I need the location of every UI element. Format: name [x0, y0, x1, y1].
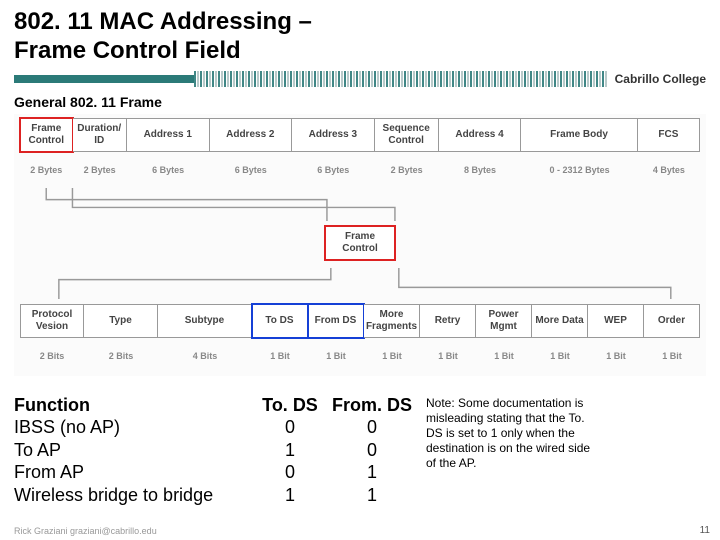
ftab-cell: From AP	[14, 461, 254, 484]
ftab-head: To. DS	[254, 394, 326, 417]
control-field-cell: Power Mgmt	[476, 304, 532, 338]
frame-field-size: 2 Bytes	[20, 152, 72, 186]
control-field-cell: Order	[644, 304, 700, 338]
page-number: 11	[700, 525, 710, 536]
frame-field-size: 6 Bytes	[209, 152, 292, 186]
control-field-size: 1 Bit	[588, 338, 644, 372]
control-field-size: 1 Bit	[532, 338, 588, 372]
frame-field-cell: Address 3	[292, 118, 375, 152]
ftab-cell: 1	[254, 439, 326, 462]
control-field-size: 4 Bits	[158, 338, 252, 372]
control-field-cell: Type	[84, 304, 158, 338]
ftab-cell: Wireless bridge to bridge	[14, 484, 254, 507]
frame-field-size: 8 Bytes	[439, 152, 522, 186]
footer-credit: Rick Graziani graziani@cabrillo.edu	[14, 526, 157, 536]
control-field-size: 2 Bits	[84, 338, 158, 372]
control-field-cell: More Fragments	[364, 304, 420, 338]
lower-content: FunctionTo. DSFrom. DSIBSS (no AP)00To A…	[14, 394, 706, 507]
title-rule: Cabrillo College	[14, 70, 706, 88]
control-field-size: 2 Bits	[20, 338, 84, 372]
table-row: IBSS (no AP)00	[14, 416, 418, 439]
table-row: From AP01	[14, 461, 418, 484]
frame-field-cell: FCS	[638, 118, 700, 152]
control-field-size: 1 Bit	[252, 338, 308, 372]
ftab-head: Function	[14, 394, 254, 417]
frame-field-cell: Address 2	[210, 118, 293, 152]
frame-field-cell: Frame Control	[20, 118, 73, 152]
frame-field-size: 2 Bytes	[375, 152, 439, 186]
frame-field-size: 4 Bytes	[638, 152, 700, 186]
ftab-cell: 1	[326, 461, 418, 484]
table-row: To AP10	[14, 439, 418, 462]
ftab-cell: 0	[326, 439, 418, 462]
frame-diagram: Frame ControlDuration/ IDAddress 1Addres…	[14, 114, 706, 376]
frame-field-cell: Frame Body	[521, 118, 637, 152]
control-field-cell: To DS	[252, 304, 308, 338]
frame-field-size: 6 Bytes	[292, 152, 375, 186]
control-field-size: 1 Bit	[308, 338, 364, 372]
frame-field-cell: Duration/ ID	[73, 118, 127, 152]
subheading: General 802. 11 Frame	[14, 94, 706, 110]
title-line-2: Frame Control Field	[14, 37, 241, 64]
frame-sizes-row: 2 Bytes2 Bytes6 Bytes6 Bytes6 Bytes2 Byt…	[20, 152, 700, 186]
frame-field-size: 2 Bytes	[72, 152, 126, 186]
ftab-cell: IBSS (no AP)	[14, 416, 254, 439]
ftab-head: From. DS	[326, 394, 418, 417]
control-field-cell: From DS	[308, 304, 364, 338]
rule-hatch	[194, 71, 607, 87]
frame-control-mid-cell: Frame Control	[325, 226, 395, 260]
control-field-cell: Protocol Vesion	[20, 304, 84, 338]
control-sizes-row: 2 Bits2 Bits4 Bits1 Bit1 Bit1 Bit1 Bit1 …	[20, 338, 700, 372]
control-field-cell: More Data	[532, 304, 588, 338]
frame-field-cell: Sequence Control	[375, 118, 439, 152]
control-field-cell: Subtype	[158, 304, 252, 338]
page-title: 802. 11 MAC Addressing – Frame Control F…	[14, 8, 706, 66]
college-label: Cabrillo College	[607, 72, 706, 86]
frame-control-center: Frame Control	[20, 226, 700, 260]
ftab-cell: 0	[254, 416, 326, 439]
frame-field-cell: Address 4	[439, 118, 522, 152]
function-table: FunctionTo. DSFrom. DSIBSS (no AP)00To A…	[14, 394, 418, 507]
control-field-size: 1 Bit	[644, 338, 700, 372]
side-note: Note: Some documentation is misleading s…	[426, 394, 601, 507]
control-field-cell: WEP	[588, 304, 644, 338]
control-field-size: 1 Bit	[420, 338, 476, 372]
ftab-cell: 1	[326, 484, 418, 507]
frame-to-fc-connector	[20, 188, 700, 224]
ftab-cell: 0	[254, 461, 326, 484]
ftab-cell: 1	[254, 484, 326, 507]
table-row: Wireless bridge to bridge11	[14, 484, 418, 507]
control-field-cell: Retry	[420, 304, 476, 338]
frame-field-size: 0 - 2312 Bytes	[521, 152, 638, 186]
frame-field-cell: Address 1	[127, 118, 210, 152]
control-field-size: 1 Bit	[476, 338, 532, 372]
frame-field-size: 6 Bytes	[127, 152, 210, 186]
fc-to-bits-connector	[20, 266, 700, 302]
ftab-cell: 0	[326, 416, 418, 439]
control-fields-row: Protocol VesionTypeSubtypeTo DSFrom DSMo…	[20, 304, 700, 338]
control-field-size: 1 Bit	[364, 338, 420, 372]
ftab-cell: To AP	[14, 439, 254, 462]
rule-solid	[14, 75, 194, 83]
title-line-1: 802. 11 MAC Addressing –	[14, 8, 312, 35]
frame-fields-row: Frame ControlDuration/ IDAddress 1Addres…	[20, 118, 700, 152]
